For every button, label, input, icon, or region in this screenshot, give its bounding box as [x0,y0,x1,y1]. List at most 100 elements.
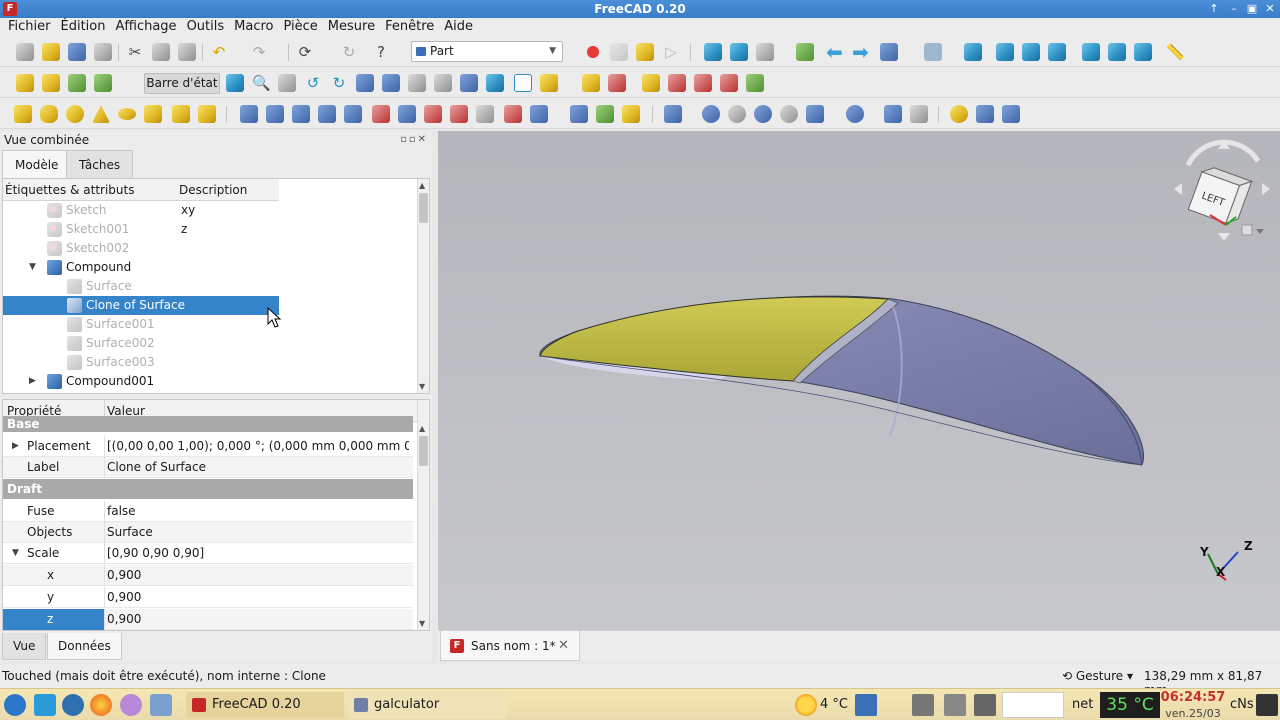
menu-affichage[interactable]: Affichage [110,18,181,36]
extrude-icon[interactable] [240,105,258,123]
weather-sun-icon[interactable] [795,694,817,716]
rotate-left-icon[interactable]: ↺ [304,74,322,92]
split-icon[interactable] [846,105,864,123]
property-value[interactable]: Clone of Surface [107,457,409,478]
forward-arrow-icon[interactable]: ➡ [852,42,870,62]
firefox-icon[interactable] [90,694,112,716]
mirror-icon[interactable] [292,105,310,123]
part-torus-icon[interactable] [118,108,136,120]
save-document-icon[interactable] [68,43,86,61]
fillet-icon[interactable] [318,105,336,123]
sync-view-icon[interactable] [880,43,898,61]
3d-viewport[interactable]: LEFT Y Z X [438,131,1280,630]
property-row-label[interactable]: Label Clone of Surface [3,457,413,478]
draw-style-icon[interactable] [756,43,774,61]
tree-header-description[interactable]: Description [179,183,247,197]
undo-icon[interactable]: ↶ [210,43,228,61]
check-geometry-icon[interactable] [884,105,902,123]
surface-icon[interactable] [434,74,452,92]
property-value[interactable]: 0,900 [107,565,409,586]
property-row-fuse[interactable]: Fuse false [3,501,413,522]
print-icon[interactable] [94,43,112,61]
browser-icon[interactable] [62,694,84,716]
tab-donnees[interactable]: Données [47,633,122,660]
property-value[interactable]: Surface [107,522,409,543]
calculator-icon[interactable] [278,74,296,92]
fuse-shapes-icon[interactable] [728,105,746,123]
clipboard-icon[interactable] [974,694,996,716]
tray-icon-b[interactable] [912,694,934,716]
tree-item-sketch002[interactable]: Sketch002 [3,239,279,258]
wing-model-render[interactable] [438,131,1280,630]
view-right-icon[interactable] [1048,43,1066,61]
create-group-icon[interactable] [42,74,60,92]
cut-shapes-icon[interactable] [702,105,720,123]
part-box-view-icon[interactable] [226,74,244,92]
scroll-up-icon[interactable]: ▲ [419,181,425,190]
view-rear-icon[interactable] [1082,43,1100,61]
property-row-scale-x[interactable]: x 0,900 [3,565,413,586]
bulb-icon[interactable] [540,74,558,92]
tool-c-icon[interactable] [642,74,660,92]
part-sphere-icon[interactable] [66,105,84,123]
view-bottom-icon[interactable] [1108,43,1126,61]
view-front-icon[interactable] [996,43,1014,61]
tree-item-surface003[interactable]: Surface003 [3,353,279,372]
measure-refresh-icon[interactable] [1002,105,1020,123]
property-group-base[interactable]: Base [3,416,413,432]
paste-icon[interactable] [178,43,196,61]
macro-stop-icon[interactable] [610,43,628,61]
navcube-right-icon[interactable] [1262,183,1270,195]
cut-icon[interactable]: ✂ [126,43,144,61]
property-value[interactable]: 0,900 [107,609,409,630]
window-minimize-button[interactable]: – [1226,2,1242,16]
boolean-icon[interactable] [664,105,682,123]
new-document-icon[interactable] [16,43,34,61]
view-isometric-icon[interactable] [964,43,982,61]
menu-mesure[interactable]: Mesure [323,18,380,36]
compound-icon[interactable] [486,74,504,92]
section-tool-icon[interactable] [476,105,494,123]
part-primitives-icon[interactable] [172,105,190,123]
create-part-icon[interactable] [16,74,34,92]
property-scroll-thumb[interactable] [419,436,428,466]
menu-outils[interactable]: Outils [182,18,230,36]
whats-this-icon[interactable]: ? [372,43,390,61]
app-icon[interactable] [120,694,142,716]
offset-icon[interactable] [530,105,548,123]
tree-item-surface002[interactable]: Surface002 [3,334,279,353]
chamfer-icon[interactable] [344,105,362,123]
fit-selection-icon[interactable] [730,43,748,61]
tool-f-icon[interactable] [720,74,738,92]
points-icon[interactable] [356,74,374,92]
sweep-icon[interactable] [450,105,468,123]
close-icon[interactable]: ✕ [558,631,569,661]
task-galculator[interactable]: galculator [348,692,506,718]
tree-item-surface[interactable]: Surface [3,277,279,296]
open-document-icon[interactable] [42,43,60,61]
projection-icon[interactable] [596,105,614,123]
pipe-icon[interactable] [460,74,478,92]
tray-icon-a[interactable] [855,694,877,716]
property-value[interactable]: 0,900 [107,587,409,608]
show-desktop-icon[interactable] [1256,694,1278,716]
revolve-icon[interactable] [266,105,284,123]
desktop-icon[interactable] [34,694,56,716]
defeaturing-icon[interactable] [910,105,928,123]
tree-header-labels[interactable]: Étiquettes & attributs [5,183,134,197]
start-menu-icon[interactable] [4,694,26,716]
part-tube-icon[interactable] [144,105,162,123]
link-actions-icon[interactable] [94,74,112,92]
recompute-icon[interactable]: ↻ [340,43,358,61]
part-cylinder-icon[interactable] [40,105,58,123]
property-row-scale[interactable]: ▼ Scale [0,90 0,90 0,90] [3,543,413,564]
shape-builder-icon[interactable] [198,105,216,123]
panel-float-close-icon[interactable]: ▫▫✕ [400,134,428,145]
tab-modele[interactable]: Modèle [2,150,72,178]
refresh-check-icon[interactable]: ⟳ [296,43,314,61]
macro-edit-icon[interactable] [636,43,654,61]
task-freecad[interactable]: FreeCAD 0.20 [186,692,344,718]
expand-right-icon[interactable]: ▶ [29,376,36,386]
tab-vue[interactable]: Vue [2,633,47,660]
tree-scroll-thumb[interactable] [419,193,428,223]
